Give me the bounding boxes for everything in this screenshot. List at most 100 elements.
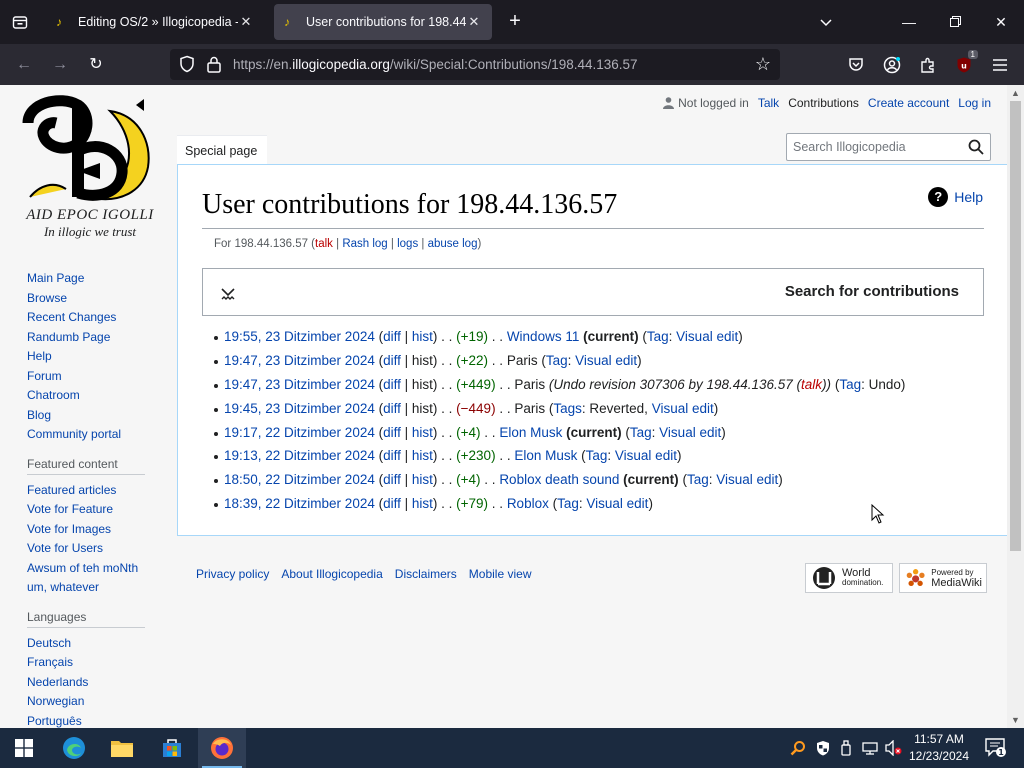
log-in-link[interactable]: Log in (958, 96, 991, 110)
contribution-timestamp-link[interactable]: 19:47, 23 Ditzimber 2024 (224, 353, 375, 368)
url-text[interactable]: https://en.illogicopedia.org/wiki/Specia… (233, 57, 638, 72)
mobile-view-link[interactable]: Mobile view (469, 567, 532, 581)
contribution-timestamp-link[interactable]: 19:17, 22 Ditzimber 2024 (224, 425, 375, 440)
sidebar-item-forum[interactable]: Forum (27, 367, 157, 387)
search-icon[interactable] (968, 139, 984, 155)
hist-link[interactable]: hist (412, 448, 433, 463)
sidebar-item-help[interactable]: Help (27, 347, 157, 367)
tag-link[interactable]: Visual edit (676, 329, 738, 344)
tab-editing-os2[interactable]: ♪ Editing OS/2 » Illogicopedia - T ✕ (46, 4, 264, 40)
new-tab-button[interactable]: + (503, 10, 527, 34)
diff-link[interactable]: diff (383, 496, 401, 511)
contribution-timestamp-link[interactable]: 18:39, 22 Ditzimber 2024 (224, 496, 375, 511)
action-center-button[interactable]: 1 (984, 736, 1006, 758)
taskbar-store-app[interactable] (148, 728, 196, 768)
tray-usb-device-icon[interactable] (836, 738, 856, 758)
taskbar-firefox-app[interactable] (198, 728, 246, 768)
diff-link[interactable]: diff (383, 329, 401, 344)
scroll-up-arrow-icon[interactable]: ▲ (1007, 85, 1024, 101)
illogicopedia-logo[interactable]: AID EPOC IGOLLI In illogic we trust (20, 93, 160, 243)
expand-chevron-icon[interactable] (219, 285, 237, 303)
diff-link[interactable]: diff (383, 353, 401, 368)
sidebar-item-vote-for-images[interactable]: Vote for Images (27, 520, 157, 540)
tags-label-link[interactable]: Tags (553, 401, 582, 416)
tab-user-contributions[interactable]: ♪ User contributions for 198.44.1 ✕ (274, 4, 492, 40)
tag-label-link[interactable]: Tag (546, 353, 568, 368)
search-for-contributions-panel[interactable]: Search for contributions (202, 268, 984, 316)
page-link[interactable]: Roblox (507, 496, 549, 511)
tray-volume-muted-icon[interactable] (884, 738, 904, 758)
abuse-log-link[interactable]: abuse log (428, 238, 478, 250)
start-button[interactable] (0, 728, 48, 768)
diff-link[interactable]: diff (383, 472, 401, 487)
tab-special-page[interactable]: Special page (177, 135, 267, 165)
sidebar-item-vote-for-users[interactable]: Vote for Users (27, 539, 157, 559)
restore-button[interactable] (943, 10, 967, 34)
contributions-link[interactable]: Contributions (788, 96, 859, 110)
tag-link[interactable]: Visual edit (615, 448, 677, 463)
contribution-timestamp-link[interactable]: 19:45, 23 Ditzimber 2024 (224, 401, 375, 416)
account-icon[interactable] (880, 53, 904, 77)
page-scrollbar[interactable]: ▲ ▼ (1007, 85, 1024, 728)
language-link-deutsch[interactable]: Deutsch (27, 634, 157, 654)
sidebar-item-awsum-of-teh-month[interactable]: Awsum of teh moNth um, whatever (27, 559, 157, 598)
bookmark-star-icon[interactable]: ☆ (752, 53, 774, 75)
ublock-origin-icon[interactable]: u 1 (952, 50, 978, 77)
summary-talk-link[interactable]: talk (801, 377, 822, 392)
page-link[interactable]: Roblox death sound (499, 472, 619, 487)
tag-label-link[interactable]: Tag (839, 377, 861, 392)
list-all-tabs-icon[interactable] (814, 10, 838, 34)
world-domination-badge[interactable]: World domination. (805, 563, 893, 593)
language-link-nederlands[interactable]: Nederlands (27, 673, 157, 693)
tag-link[interactable]: Visual edit (659, 425, 721, 440)
diff-link[interactable]: diff (383, 425, 401, 440)
tracking-protection-shield-icon[interactable] (178, 55, 196, 73)
extensions-puzzle-icon[interactable] (916, 53, 940, 77)
reload-button[interactable]: ↻ (83, 52, 109, 78)
app-menu-hamburger-icon[interactable] (988, 53, 1012, 77)
tag-label-link[interactable]: Tag (630, 425, 652, 440)
create-account-link[interactable]: Create account (868, 96, 949, 110)
sidebar-item-vote-for-feature[interactable]: Vote for Feature (27, 500, 157, 520)
sidebar-item-randumb-page[interactable]: Randumb Page (27, 328, 157, 348)
sidebar-item-community-portal[interactable]: Community portal (27, 425, 157, 445)
contribution-timestamp-link[interactable]: 19:47, 23 Ditzimber 2024 (224, 377, 375, 392)
tab-close-icon[interactable]: ✕ (466, 14, 482, 30)
tray-search-icon[interactable] (788, 738, 808, 758)
diff-link[interactable]: diff (383, 401, 401, 416)
taskbar-file-explorer-app[interactable] (98, 728, 146, 768)
tag-label-link[interactable]: Tag (647, 329, 669, 344)
contribution-timestamp-link[interactable]: 19:13, 22 Ditzimber 2024 (224, 448, 375, 463)
tag-link[interactable]: Visual edit (716, 472, 778, 487)
about-link[interactable]: About Illogicopedia (281, 567, 382, 581)
tag-link[interactable]: Visual edit (586, 496, 648, 511)
tray-security-shield-icon[interactable] (813, 738, 833, 758)
url-bar[interactable]: https://en.illogicopedia.org/wiki/Specia… (170, 49, 780, 80)
wiki-search-input[interactable] (787, 134, 957, 160)
language-link-francais[interactable]: Français (27, 653, 157, 673)
help-link[interactable]: ? Help (928, 187, 983, 207)
contribution-timestamp-link[interactable]: 18:50, 22 Ditzimber 2024 (224, 472, 375, 487)
diff-link[interactable]: diff (383, 448, 401, 463)
tag-link[interactable]: Visual edit (652, 401, 714, 416)
disclaimers-link[interactable]: Disclaimers (395, 567, 457, 581)
language-link-norwegian[interactable]: Norwegian (27, 692, 157, 712)
privacy-policy-link[interactable]: Privacy policy (196, 567, 269, 581)
scroll-down-arrow-icon[interactable]: ▼ (1007, 712, 1024, 728)
page-link[interactable]: Elon Musk (514, 448, 577, 463)
talk-link[interactable]: Talk (758, 96, 779, 110)
close-window-button[interactable]: ✕ (989, 10, 1013, 34)
tray-network-icon[interactable] (860, 738, 880, 758)
page-link[interactable]: Windows 11 (507, 329, 580, 344)
hist-link[interactable]: hist (412, 329, 433, 344)
forward-button[interactable]: → (47, 52, 73, 78)
taskbar-edge-app[interactable] (50, 728, 98, 768)
hist-link[interactable]: hist (412, 496, 433, 511)
contribution-timestamp-link[interactable]: 19:55, 23 Ditzimber 2024 (224, 329, 375, 344)
powered-by-mediawiki-badge[interactable]: Powered by MediaWiki (899, 563, 987, 593)
diff-link[interactable]: diff (383, 377, 401, 392)
taskbar-clock[interactable]: 11:57 AM 12/23/2024 (906, 731, 972, 765)
tab-close-icon[interactable]: ✕ (238, 14, 254, 30)
sidebar-item-chatroom[interactable]: Chatroom (27, 386, 157, 406)
tag-label-link[interactable]: Tag (557, 496, 579, 511)
